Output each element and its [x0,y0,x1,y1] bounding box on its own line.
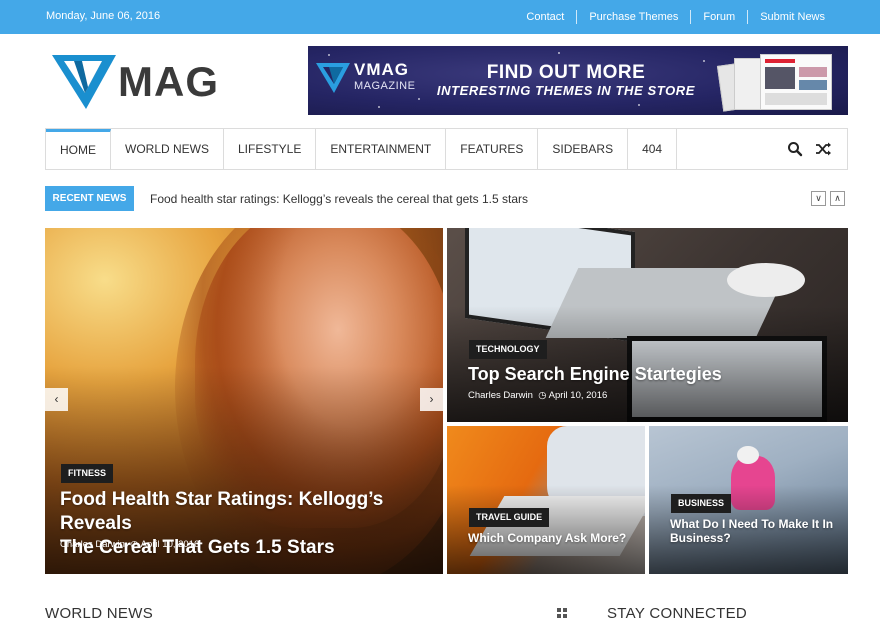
recent-news-headline[interactable]: Food health star ratings: Kellogg’s reve… [150,192,528,206]
title-line: Food Health Star Ratings: Kellogg’s Reve… [60,489,384,534]
ticker-down-button[interactable]: ∨ [811,191,826,206]
chevron-down-icon: ∨ [815,193,822,203]
site-logo[interactable]: MAG [52,53,224,111]
featured-bottom-left-title[interactable]: Which Company Ask More? [468,531,626,546]
thumb-text [765,93,827,105]
banner-subtitle: INTERESTING THEMES IN THE STORE [436,83,696,98]
banner-title: FIND OUT MORE [486,62,646,83]
featured-bottom-right[interactable]: BUSINESS What Do I Need To Make It In Bu… [649,426,848,574]
category-badge[interactable]: FITNESS [61,464,114,483]
featured-bottom-right-title[interactable]: What Do I Need To Make It In Business? [670,517,840,545]
v-logo-icon [316,63,350,93]
banner-star [378,106,380,108]
banner-star [703,60,705,62]
banner-brand: VMAG [354,60,409,79]
nav-lifestyle[interactable]: LIFESTYLE [224,129,317,169]
category-badge[interactable]: TECHNOLOGY [469,340,547,359]
post-date: April 10, 2016 [548,390,608,401]
v-logo-icon [52,55,116,109]
post-date: April 10, 2016 [140,539,200,550]
banner-ad[interactable]: VMAG MAGAZINE FIND OUT MORE INTERESTING … [308,46,848,115]
recent-news-label: RECENT NEWS [45,186,134,211]
nav-entertainment[interactable]: ENTERTAINMENT [316,129,447,169]
mouse [727,263,805,297]
ticker-up-button[interactable]: ∧ [830,191,845,206]
featured-bottom-left[interactable]: TRAVEL GUIDE Which Company Ask More? [447,426,645,574]
author-name[interactable]: Charles Darwin [60,539,125,550]
top-links: Contact Purchase Themes Forum Submit New… [514,10,837,24]
featured-bottom-left-overlay [447,485,645,574]
banner-headline: FIND OUT MORE INTERESTING THEMES IN THE … [434,63,698,99]
thumb-image [799,80,827,90]
nav-home[interactable]: HOME [46,129,111,169]
shuffle-icon[interactable] [815,141,831,157]
main-nav: HOME WORLD NEWS LIFESTYLE ENTERTAINMENT … [45,128,848,170]
current-date: Monday, June 06, 2016 [46,10,161,22]
category-badge[interactable]: TRAVEL GUIDE [469,508,550,527]
category-badge[interactable]: BUSINESS [671,494,732,513]
thumb-image [799,67,827,77]
featured-top-right-meta: Charles Darwin ◷ April 10, 2016 [468,390,607,401]
banner-star [418,98,420,100]
author-name[interactable]: Charles Darwin [468,390,533,401]
section-title-world-news: WORLD NEWS [45,605,153,622]
slider-next-button[interactable]: › [420,388,443,411]
banner-thumb [760,54,832,110]
slider-prev-button[interactable]: ‹ [45,388,68,411]
featured-top-right[interactable]: TECHNOLOGY Top Search Engine Startegies … [447,228,848,422]
title-line: Business? [670,531,731,545]
nav-icons [787,141,831,157]
top-bar: Monday, June 06, 2016 Contact Purchase T… [0,0,880,34]
helmet-shape [737,446,759,464]
featured-top-right-title[interactable]: Top Search Engine Startegies [468,363,722,385]
purchase-themes-link[interactable]: Purchase Themes [576,10,690,24]
banner-star [638,104,640,106]
banner-screenshots [716,54,840,112]
featured-main-meta: Charles Darwin ◷ April 10, 2016 [60,539,199,550]
logo-text: MAG [118,58,219,105]
search-icon[interactable] [787,141,803,157]
thumb-image [765,67,795,89]
contact-link[interactable]: Contact [514,10,576,24]
nav-sidebars[interactable]: SIDEBARS [538,129,629,169]
section-title-stay-connected: STAY CONNECTED [607,605,748,622]
chevron-right-icon: › [429,392,434,406]
clock-icon: ◷ [535,390,547,401]
nav-404[interactable]: 404 [628,129,678,169]
nav-world-news[interactable]: WORLD NEWS [111,129,224,169]
chevron-left-icon: ‹ [54,392,59,406]
title-line: What Do I Need To Make It In [670,517,834,531]
nav-features[interactable]: FEATURES [446,129,539,169]
forum-link[interactable]: Forum [690,10,747,24]
banner-star [328,54,330,56]
banner-logo: VMAG MAGAZINE [316,61,415,95]
chevron-up-icon: ∧ [834,193,841,203]
banner-brand-sub: MAGAZINE [354,80,416,92]
thumb-header [765,59,795,63]
clock-icon: ◷ [127,539,139,550]
featured-main[interactable]: ‹ › FITNESS Food Health Star Ratings: Ke… [45,228,443,574]
banner-star [558,52,560,54]
submit-news-link[interactable]: Submit News [747,10,837,24]
grid-view-icon[interactable] [557,608,567,618]
